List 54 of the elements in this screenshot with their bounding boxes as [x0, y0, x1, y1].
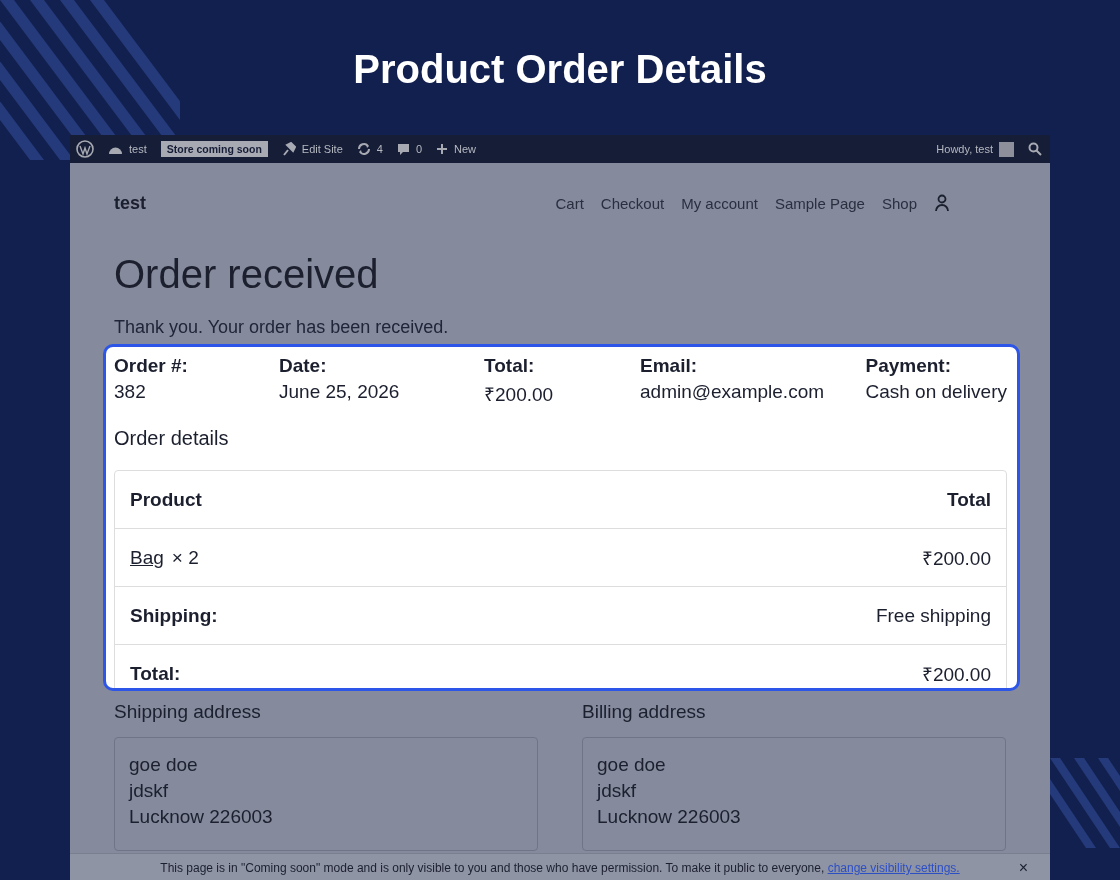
overview-label: Date: [279, 355, 328, 377]
address-line: jdskf [597, 779, 638, 803]
plus-icon [436, 143, 449, 155]
section-title: Order details [114, 427, 230, 450]
overview-value: 382 [114, 381, 147, 403]
row-label: Total: [130, 662, 181, 685]
confirmation-message: Thank you. Your order has been received. [114, 316, 450, 339]
nav-link[interactable]: Sample Page [774, 194, 865, 212]
product-link[interactable]: Bag [130, 546, 164, 569]
overview-label: Email: [640, 355, 699, 377]
nav-link[interactable]: Shop [881, 194, 917, 212]
quantity-text: × 2 [171, 546, 199, 569]
address-line: Lucknow 226003 [597, 805, 742, 829]
overview-label: Total: [484, 355, 536, 377]
nav-link[interactable]: Checkout [600, 194, 665, 212]
search-icon[interactable] [1028, 142, 1042, 156]
table-cell: Free shipping [875, 604, 991, 627]
page-heading: Order received [114, 251, 380, 297]
nav-link[interactable]: Cart [555, 194, 584, 212]
table-cell-text: ₹200.00 [921, 546, 991, 571]
close-button[interactable]: × [1014, 859, 1032, 877]
updates-link[interactable]: 4 [356, 142, 383, 156]
page-title: Product Order Details [353, 46, 767, 92]
site-link[interactable]: test [108, 143, 147, 155]
avatar-icon [999, 141, 1014, 157]
new-link[interactable]: New [436, 143, 477, 155]
site-name[interactable]: test [114, 192, 146, 214]
account-menu[interactable]: Howdy, test [936, 141, 1014, 157]
column-header: Total [947, 488, 991, 511]
address-line: jdskf [129, 779, 170, 803]
overview-value: June 25, 2026 [279, 381, 401, 403]
edit-site-link[interactable]: Edit Site [281, 142, 343, 156]
address-line: goe doe [129, 753, 199, 777]
nav-link[interactable]: My account [681, 194, 758, 212]
row-label: Shipping: [130, 604, 218, 627]
account-icon[interactable] [934, 194, 950, 212]
overview-value: Cash on delivery [865, 381, 1007, 403]
notice-text: This page is in "Coming soon" mode and is only visible to you and those who have permission. To make it public to everyone, change visibility settings. [160, 861, 960, 875]
comments-link[interactable]: 0 [396, 142, 423, 156]
address-title: Shipping address [114, 701, 262, 723]
wordpress-logo-icon[interactable] [76, 140, 94, 158]
column-header: Product [130, 488, 202, 511]
overview-value: admin@example.com [640, 381, 826, 403]
table-cell-text: ₹200.00 [921, 662, 991, 687]
brush-icon [281, 142, 296, 156]
overview-label: Order #: [114, 355, 189, 377]
overview-label: Payment: [865, 355, 952, 377]
comment-icon [396, 142, 410, 156]
address-line: goe doe [597, 753, 667, 777]
refresh-icon [356, 142, 371, 156]
store-status-badge[interactable]: Store coming soon [160, 141, 268, 157]
address-line: Lucknow 226003 [129, 805, 274, 829]
address-title: Billing address [582, 701, 707, 723]
overview-value: ₹200.00 [484, 383, 555, 407]
